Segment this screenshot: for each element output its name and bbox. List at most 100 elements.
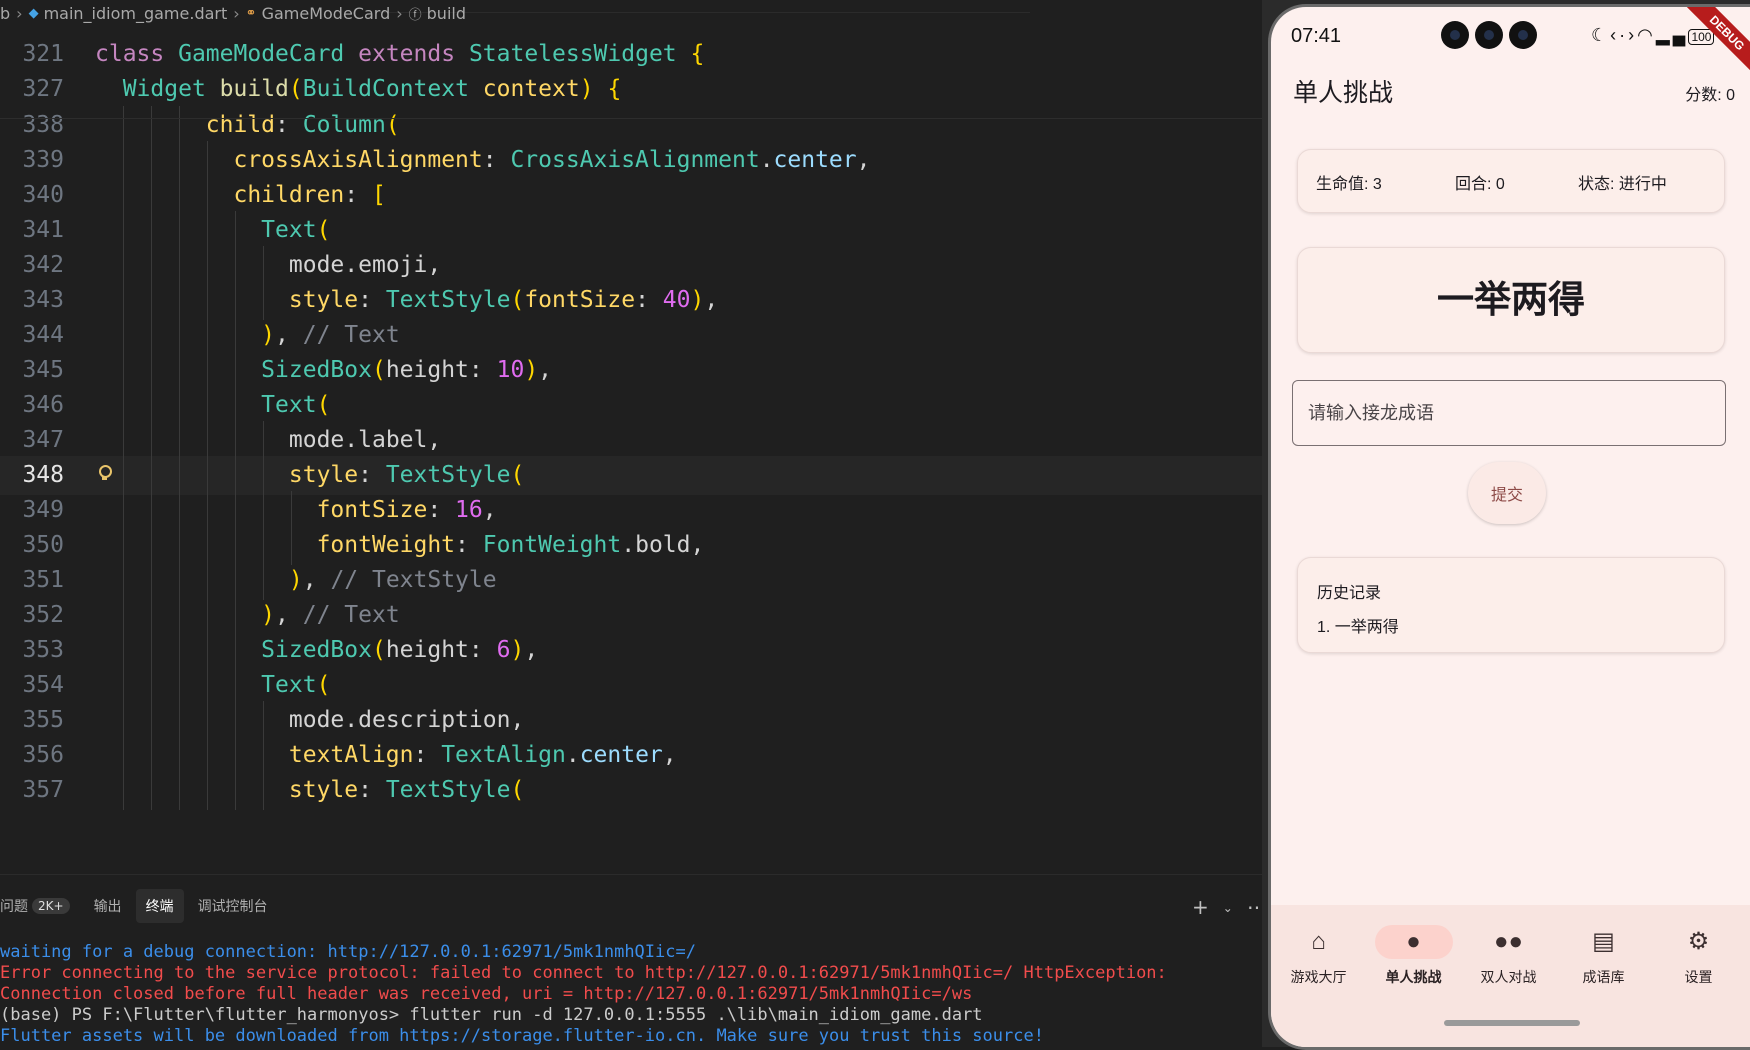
indent-guide [123, 526, 124, 565]
nav-item-duel[interactable]: ●● 双人对战 [1461, 925, 1556, 987]
line-number: 353 [22, 637, 64, 663]
indent-guide [151, 176, 152, 215]
status-time: 07:41 [1291, 25, 1342, 47]
indent-guide [263, 456, 264, 495]
indent-guide [123, 701, 124, 740]
code-line[interactable]: 344 ), // Text [0, 316, 1262, 355]
line-number: 354 [22, 672, 64, 698]
line-number: 346 [22, 392, 64, 418]
indent-guide [235, 316, 236, 355]
code-line[interactable]: 347 mode.label, [0, 421, 1262, 460]
tab-output[interactable]: 输出 [84, 889, 132, 923]
code-text: mode.description, [288, 707, 525, 733]
tab-label: 调试控制台 [197, 899, 268, 915]
code-line[interactable]: 354 Text( [0, 666, 1262, 705]
code-line[interactable]: 338 child: Column( [0, 106, 1262, 145]
indent-guide [179, 211, 180, 250]
indent-guide [235, 561, 236, 600]
indent-guide [123, 456, 124, 495]
indent-guide [123, 736, 124, 775]
code-line[interactable]: 339 crossAxisAlignment: CrossAxisAlignme… [0, 141, 1262, 180]
code-line[interactable]: 350 fontWeight: FontWeight.bold, [0, 526, 1262, 565]
code-line[interactable]: 346 Text( [0, 386, 1262, 425]
indent-guide [151, 666, 152, 705]
line-number: 351 [22, 567, 64, 593]
sticky-code-line[interactable]: 327 Widget build(BuildContext context) { [0, 70, 1262, 109]
code-line[interactable]: 357 style: TextStyle( [0, 771, 1262, 810]
breadcrumb-label: b [0, 3, 11, 23]
indent-guide [151, 211, 152, 250]
method-icon: ⓕ [408, 7, 422, 23]
home-indicator[interactable] [1444, 1020, 1580, 1026]
code-line[interactable]: 353 SizedBox(height: 6), [0, 631, 1262, 670]
indent-guide [179, 386, 180, 425]
nav-item-settings[interactable]: ⚙ 设置 [1651, 925, 1746, 987]
code-line[interactable]: 343 style: TextStyle(fontSize: 40), [0, 281, 1262, 320]
sticky-code-line[interactable]: 321 class GameModeCard extends StatelessW… [0, 35, 1262, 74]
panel-tabs: 问题 2K+ 输出 终端 调试控制台 [0, 889, 282, 923]
nav-label: 双人对战 [1480, 969, 1537, 985]
line-number: 343 [22, 287, 64, 313]
breadcrumb-item-method[interactable]: ⓕ build [409, 4, 466, 23]
library-icon: ▤ [1592, 928, 1615, 955]
code-text: Widget build(BuildContext context) { [122, 76, 622, 102]
idiom-input[interactable] [1292, 380, 1726, 446]
code-editor[interactable]: b › ◆ main_idiom_game.dart › ⚭ GameModeC… [0, 0, 1262, 874]
code-text: SizedBox(height: 6), [261, 637, 539, 663]
tab-debug-console[interactable]: 调试控制台 [188, 889, 278, 923]
code-line[interactable]: 348 style: TextStyle( [0, 456, 1262, 495]
indent-guide [263, 701, 264, 740]
code-line[interactable]: 340 children: [ [0, 176, 1262, 215]
line-number: 338 [22, 112, 64, 138]
class-icon: ⚭ [245, 5, 257, 21]
terminal-line: Connection closed before full header was… [0, 984, 973, 1004]
code-line[interactable]: 342 mode.emoji, [0, 246, 1262, 285]
tab-terminal[interactable]: 终端 [135, 889, 184, 923]
indent-guide [151, 386, 152, 425]
code-line[interactable]: 352 ), // Text [0, 596, 1262, 635]
indent-guide [235, 386, 236, 425]
camera-icon [1441, 21, 1469, 49]
code-line[interactable]: 356 textAlign: TextAlign.center, [0, 736, 1262, 775]
indent-guide [179, 771, 180, 810]
chevron-right-icon: › [396, 3, 403, 23]
nav-item-single[interactable]: ● 单人挑战 [1366, 925, 1461, 987]
indent-guide [207, 316, 208, 355]
indent-guide [263, 246, 264, 285]
lightbulb-icon[interactable] [98, 465, 112, 480]
breadcrumb: b › ◆ main_idiom_game.dart › ⚭ GameModeC… [0, 0, 1262, 26]
breadcrumb-item-root[interactable]: b [0, 4, 10, 23]
breadcrumb-item-class[interactable]: ⚭ GameModeCard [246, 4, 391, 23]
indent-guide [179, 351, 180, 390]
terminal-line: Error connecting to the service protocol… [0, 963, 1167, 983]
new-terminal-icon[interactable]: + [1192, 895, 1209, 921]
nav-item-library[interactable]: ▤ 成语库 [1556, 925, 1651, 987]
code-line[interactable]: 341 Text( [0, 211, 1262, 250]
code-line[interactable]: 345 SizedBox(height: 10), [0, 351, 1262, 390]
line-number: 339 [22, 147, 64, 173]
code-line[interactable]: 351 ), // TextStyle [0, 561, 1262, 600]
code-line[interactable]: 349 fontSize: 16, [0, 491, 1262, 530]
code-line[interactable]: 355 mode.description, [0, 701, 1262, 740]
settings-icon: ⚙ [1687, 928, 1710, 955]
indent-guide [151, 701, 152, 740]
chevron-down-icon[interactable]: ⌄ [1223, 895, 1233, 921]
submit-button[interactable]: 提交 [1468, 462, 1546, 524]
indent-guide [207, 666, 208, 705]
indent-guide [151, 526, 152, 565]
indent-guide [263, 736, 264, 775]
indent-guide [179, 631, 180, 670]
tab-problems[interactable]: 问题 2K+ [0, 889, 80, 923]
indent-guide [235, 771, 236, 810]
breadcrumb-item-file[interactable]: ◆ main_idiom_game.dart [29, 4, 228, 23]
line-number: 321 [22, 41, 64, 67]
current-idiom: 一举两得 [1437, 279, 1585, 320]
indent-guide [179, 141, 180, 180]
code-text: style: TextStyle(fontSize: 40), [288, 287, 719, 313]
indent-guide [207, 736, 208, 775]
code-text: Text( [261, 217, 331, 243]
indent-guide [235, 421, 236, 460]
nav-item-lobby[interactable]: ⌂ 游戏大厅 [1271, 925, 1366, 987]
indent-guide [207, 246, 208, 285]
indent-guide [151, 561, 152, 600]
